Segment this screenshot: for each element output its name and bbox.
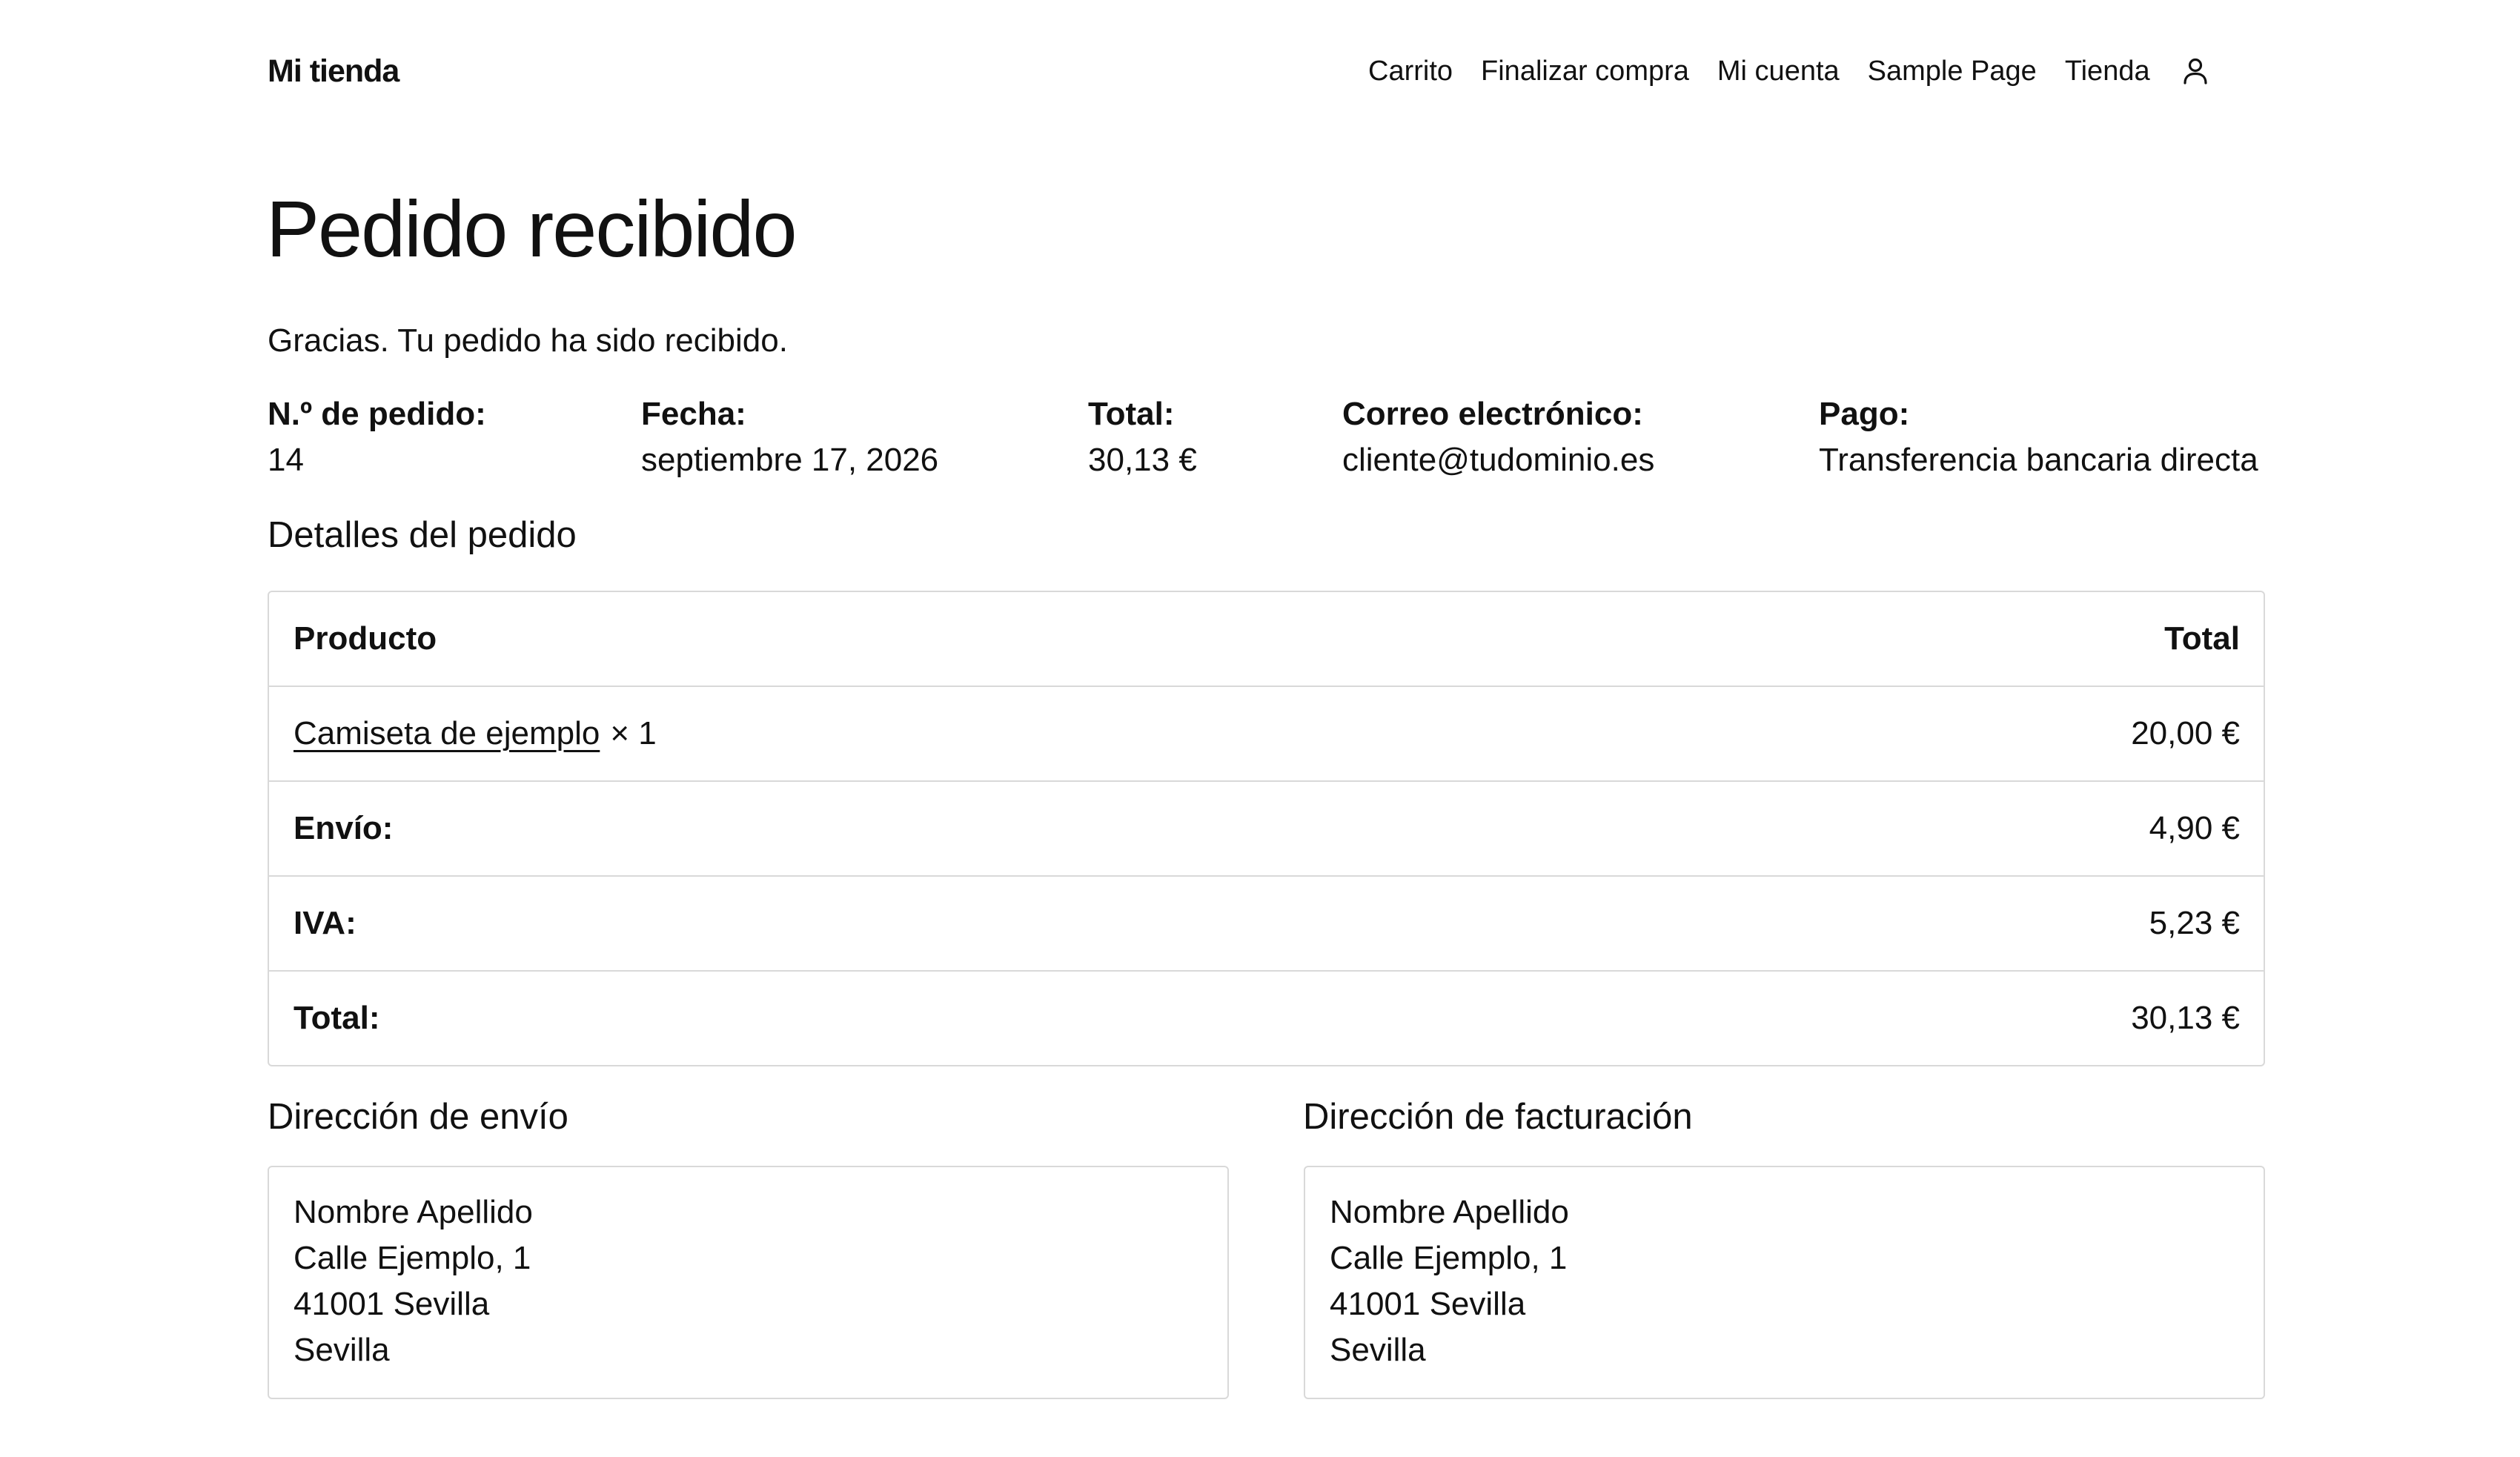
order-total-label: Total: xyxy=(294,1000,380,1036)
overview-total-label: Total: xyxy=(1088,396,1175,432)
order-details-table: Producto Total Camiseta de ejemplo × 1 20… xyxy=(268,591,2265,1066)
tax-label: IVA: xyxy=(294,905,357,941)
billing-address-line: 41001 Sevilla xyxy=(1330,1286,1526,1322)
overview-order-number: N.º de pedido: 14 xyxy=(268,391,486,483)
overview-date-label: Fecha: xyxy=(641,396,746,432)
tax-value: 5,23 € xyxy=(2149,905,2240,941)
shipping-address-box: Nombre Apellido Calle Ejemplo, 1 41001 S… xyxy=(268,1166,1229,1399)
overview-email-label: Correo electrónico: xyxy=(1342,396,1643,432)
billing-address-box: Nombre Apellido Calle Ejemplo, 1 41001 S… xyxy=(1304,1166,2265,1399)
billing-address-line: Calle Ejemplo, 1 xyxy=(1330,1240,1568,1276)
site-title[interactable]: Mi tienda xyxy=(268,52,399,90)
shipping-address-line: Nombre Apellido xyxy=(294,1194,533,1230)
main-navigation: Carrito Finalizar compra Mi cuenta Sampl… xyxy=(1368,52,2211,90)
page-title: Pedido recibido xyxy=(266,184,798,273)
overview-date-value: septiembre 17, 2026 xyxy=(641,442,939,478)
overview-order-number-label: N.º de pedido: xyxy=(268,396,486,432)
shipping-address-title: Dirección de envío xyxy=(268,1097,568,1137)
product-link[interactable]: Camiseta de ejemplo xyxy=(294,715,600,751)
order-total-value: 30,13 € xyxy=(2131,1000,2240,1036)
nav-item-mi-cuenta[interactable]: Mi cuenta xyxy=(1717,52,1840,90)
product-total: 20,00 € xyxy=(2131,715,2240,751)
overview-email: Correo electrónico: cliente@tudominio.es xyxy=(1342,391,1654,483)
overview-date: Fecha: septiembre 17, 2026 xyxy=(641,391,938,483)
nav-item-sample-page[interactable]: Sample Page xyxy=(1868,52,2037,90)
overview-payment-label: Pago: xyxy=(1819,396,1910,432)
overview-total-value: 30,13 € xyxy=(1088,442,1197,478)
overview-payment-value: Transferencia bancaria directa xyxy=(1819,442,2258,478)
shipping-value: 4,90 € xyxy=(2149,810,2240,846)
table-header-row: Producto Total xyxy=(269,592,2264,686)
shipping-address-line: Sevilla xyxy=(294,1332,390,1368)
billing-address-line: Nombre Apellido xyxy=(1330,1194,1569,1230)
nav-item-carrito[interactable]: Carrito xyxy=(1368,52,1453,90)
overview-order-number-value: 14 xyxy=(268,442,304,478)
nav-item-tienda[interactable]: Tienda xyxy=(2065,52,2150,90)
order-received-notice: Gracias. Tu pedido ha sido recibido. xyxy=(268,322,788,359)
column-header-product: Producto xyxy=(294,620,437,657)
overview-payment: Pago: Transferencia bancaria directa xyxy=(1819,391,2258,483)
nav-item-finalizar-compra[interactable]: Finalizar compra xyxy=(1481,52,1689,90)
overview-email-value: cliente@tudominio.es xyxy=(1342,442,1655,478)
column-header-total: Total xyxy=(2164,620,2240,657)
table-row-total: Total: 30,13 € xyxy=(269,970,2264,1065)
shipping-label: Envío: xyxy=(294,810,394,846)
table-row-tax: IVA: 5,23 € xyxy=(269,875,2264,970)
billing-address-title: Dirección de facturación xyxy=(1303,1097,1693,1137)
user-account-icon-svg xyxy=(2183,58,2207,84)
user-account-icon[interactable] xyxy=(2180,56,2211,87)
billing-address-line: Sevilla xyxy=(1330,1332,1426,1368)
order-details-title: Detalles del pedido xyxy=(268,515,577,555)
product-quantity: × 1 xyxy=(610,715,657,751)
product-cell: Camiseta de ejemplo × 1 xyxy=(294,715,657,752)
shipping-address-line: 41001 Sevilla xyxy=(294,1286,490,1322)
overview-total: Total: 30,13 € xyxy=(1088,391,1197,483)
table-row-product: Camiseta de ejemplo × 1 20,00 € xyxy=(269,686,2264,780)
shipping-address-line: Calle Ejemplo, 1 xyxy=(294,1240,531,1276)
table-row-shipping: Envío: 4,90 € xyxy=(269,780,2264,875)
